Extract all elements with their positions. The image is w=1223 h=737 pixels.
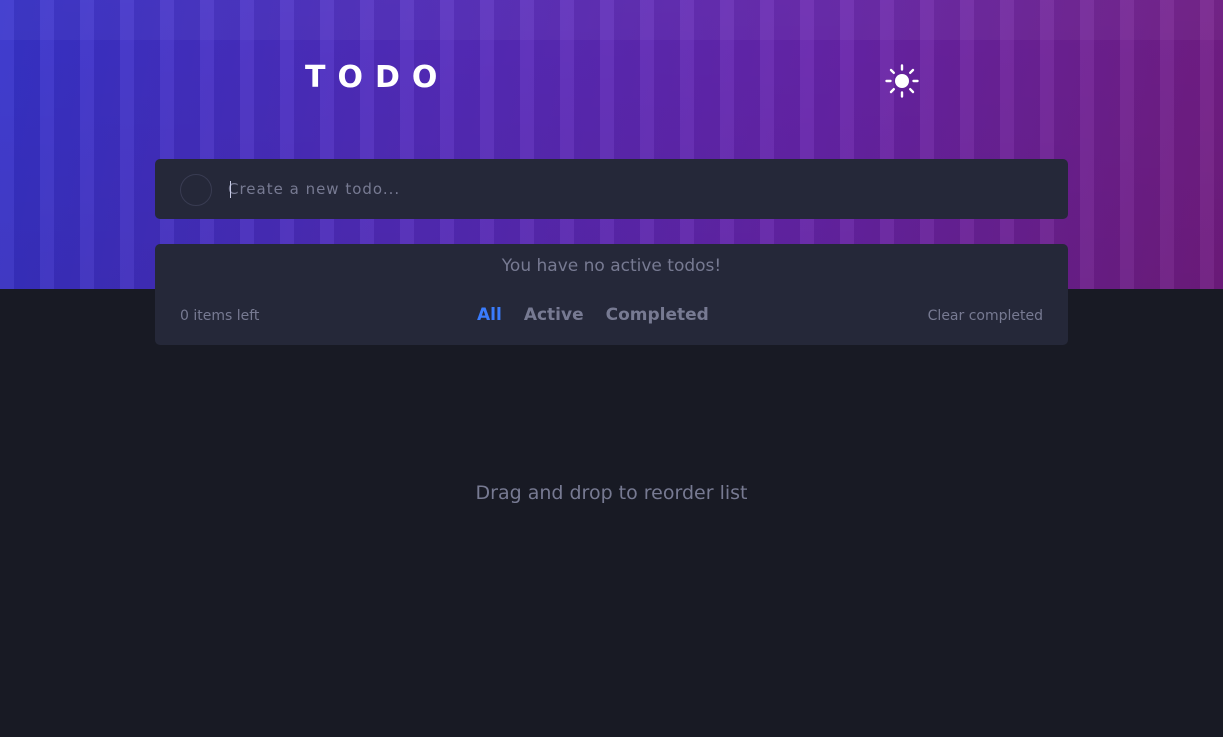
filter-tabs: All Active Completed	[477, 305, 709, 325]
empty-list-message: You have no active todos!	[501, 256, 722, 276]
filter-completed[interactable]: Completed	[606, 305, 709, 325]
filter-all[interactable]: All	[477, 305, 502, 325]
new-todo-bar	[155, 159, 1068, 219]
text-caret	[230, 181, 231, 198]
new-todo-check-circle[interactable]	[180, 174, 212, 206]
app-title: TODO	[305, 60, 450, 95]
sun-icon	[885, 64, 919, 98]
filter-active[interactable]: Active	[524, 305, 584, 325]
drag-drop-hint: Drag and drop to reorder list	[475, 482, 748, 504]
items-left-count: 0 items left	[180, 308, 260, 324]
new-todo-input[interactable]	[228, 173, 1028, 205]
todo-list-card: You have no active todos! 0 items left A…	[155, 244, 1068, 345]
clear-completed-button[interactable]: Clear completed	[928, 308, 1043, 324]
theme-toggle-button[interactable]	[884, 63, 920, 99]
